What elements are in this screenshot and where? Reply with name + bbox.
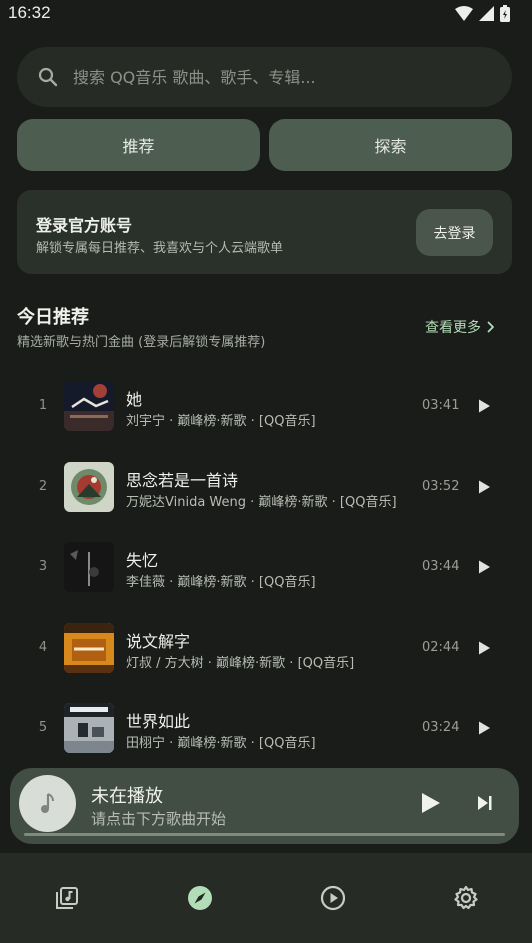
bottom-nav	[0, 853, 532, 943]
login-card-subtitle: 解锁专属每日推荐、我喜欢与个人云端歌单	[36, 241, 284, 256]
chevron-right-icon	[487, 321, 494, 333]
login-button[interactable]: 去登录	[416, 209, 493, 256]
view-more-label: 查看更多	[425, 320, 481, 336]
song-index: 4	[38, 639, 48, 655]
song-meta: 刘宇宁 · 巅峰榜·新歌 · [QQ音乐]	[126, 414, 316, 429]
gear-icon	[453, 885, 478, 910]
player-subtitle: 请点击下方歌曲开始	[91, 810, 227, 828]
song-title: 她	[126, 390, 143, 409]
login-card: 登录官方账号 解锁专属每日推荐、我喜欢与个人云端歌单 去登录	[17, 190, 512, 274]
song-duration: 03:44	[422, 559, 460, 574]
section-title: 今日推荐	[17, 307, 89, 328]
music-library-icon	[55, 887, 78, 909]
song-meta: 灯叔 / 方大树 · 巅峰榜·新歌 · [QQ音乐]	[126, 655, 355, 671]
song-row[interactable]: 5 世界如此 田栩宁 · 巅峰榜·新歌 · [QQ音乐] 03:24	[0, 688, 532, 769]
song-list: 1 她 刘宇宁 · 巅峰榜·新歌 · [QQ音乐] 03:41 2 思念若是一首…	[0, 366, 532, 769]
play-button-icon[interactable]	[418, 791, 442, 815]
login-card-title: 登录官方账号	[36, 216, 133, 235]
nav-active-indicator	[168, 882, 232, 914]
play-icon[interactable]	[476, 479, 492, 495]
song-duration: 03:41	[422, 398, 460, 413]
song-meta: 李佳薇 · 巅峰榜·新歌 · [QQ音乐]	[126, 575, 316, 590]
battery-icon	[500, 5, 510, 22]
album-cover	[64, 703, 114, 753]
play-icon[interactable]	[476, 640, 492, 656]
song-meta: 万妮达Vinida Weng · 巅峰榜·新歌 · [QQ音乐]	[126, 494, 397, 510]
song-title: 思念若是一首诗	[126, 470, 239, 490]
status-time: 16:32	[8, 3, 51, 22]
song-index: 3	[38, 559, 48, 574]
nav-explore[interactable]	[133, 853, 266, 943]
tab-explore-label: 探索	[374, 137, 407, 156]
search-input[interactable]	[73, 47, 493, 107]
tab-explore[interactable]: 探索	[269, 119, 512, 171]
tab-recommend[interactable]: 推荐	[17, 119, 260, 171]
nav-library[interactable]	[0, 853, 133, 943]
song-meta: 田栩宁 · 巅峰榜·新歌 · [QQ音乐]	[126, 736, 316, 751]
song-row[interactable]: 3 失忆 李佳薇 · 巅峰榜·新歌 · [QQ音乐] 03:44	[0, 527, 532, 608]
album-cover	[64, 542, 114, 592]
play-circle-icon	[320, 885, 345, 911]
song-index: 1	[38, 398, 48, 413]
nav-settings[interactable]	[399, 853, 532, 943]
compass-icon	[187, 886, 212, 910]
play-icon[interactable]	[476, 398, 492, 414]
song-duration: 03:52	[422, 478, 460, 494]
song-index: 2	[38, 478, 48, 494]
song-row[interactable]: 4 说文解字 灯叔 / 方大树 · 巅峰榜·新歌 · [QQ音乐] 02:44	[0, 608, 532, 689]
signal-icon	[479, 6, 494, 21]
section-subtitle: 精选新歌与热门金曲 (登录后解锁专属推荐)	[17, 335, 266, 350]
song-title: 世界如此	[126, 712, 191, 731]
player-progress-bar[interactable]	[24, 833, 505, 836]
player-title: 未在播放	[91, 786, 163, 807]
play-icon[interactable]	[476, 559, 492, 575]
song-duration: 02:44	[422, 639, 460, 655]
player-artwork	[19, 775, 76, 832]
song-duration: 03:24	[422, 720, 460, 735]
song-title: 失忆	[126, 551, 159, 570]
album-cover	[64, 461, 114, 512]
song-row[interactable]: 1 她 刘宇宁 · 巅峰榜·新歌 · [QQ音乐] 03:41	[0, 366, 532, 447]
music-note-icon	[40, 792, 54, 813]
song-index: 5	[38, 720, 48, 735]
nav-player[interactable]	[266, 853, 399, 943]
skip-next-icon[interactable]	[475, 793, 495, 813]
tab-recommend-label: 推荐	[122, 137, 155, 156]
app: 16:32 推荐 探索 登录官方账号 解锁专属每日推荐、我喜欢与个人云端歌单 去…	[0, 0, 532, 943]
search-icon	[38, 67, 58, 87]
song-title: 说文解字	[126, 631, 191, 651]
album-cover	[64, 381, 114, 431]
view-more-link[interactable]: 查看更多	[425, 317, 495, 337]
song-row[interactable]: 2 思念若是一首诗 万妮达Vinida Weng · 巅峰榜·新歌 · [QQ音…	[0, 447, 532, 528]
search-bar[interactable]	[17, 47, 512, 107]
play-icon[interactable]	[476, 720, 492, 736]
status-bar: 16:32	[0, 0, 532, 30]
wifi-icon	[455, 6, 473, 21]
now-playing-bar[interactable]: 未在播放 请点击下方歌曲开始	[10, 768, 519, 844]
status-icons	[455, 5, 510, 22]
album-cover	[64, 622, 114, 673]
